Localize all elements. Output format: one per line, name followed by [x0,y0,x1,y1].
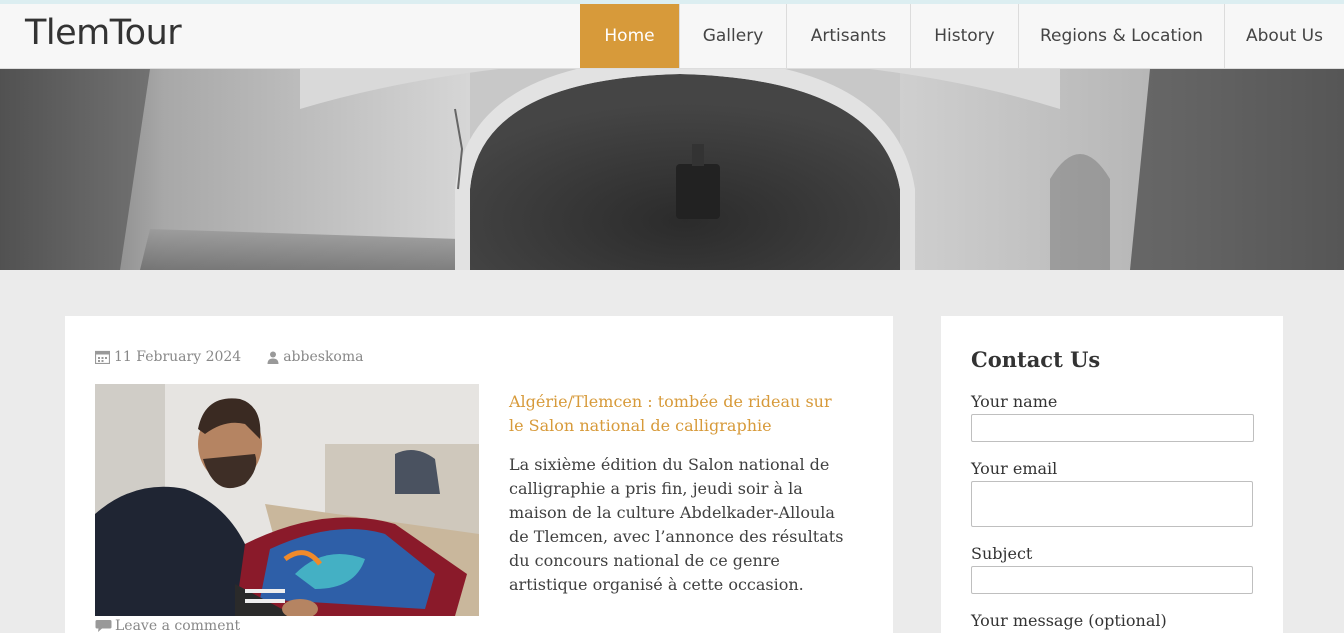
contact-widget: Contact Us Your name Your email Subject … [941,316,1283,633]
post-excerpt: La sixième édition du Salon national de … [509,455,844,594]
user-icon [267,351,279,364]
page: TlemTour Home Gallery Artisants History … [0,0,1344,633]
site-logo[interactable]: TlemTour [25,13,182,53]
post-card: 11 February 2024 abbeskoma Algérie/Tlemc… [65,316,893,633]
message-label: Your message (optional) [971,611,1167,630]
nav-regions-location[interactable]: Regions & Location [1018,4,1224,68]
hero-banner-image [0,69,1344,270]
name-label: Your name [971,392,1058,411]
nav-about-us[interactable]: About Us [1224,4,1344,68]
leave-comment-link[interactable]: Leave a comment [95,618,240,633]
post-author[interactable]: abbeskoma [267,349,363,365]
main-nav: Home Gallery Artisants History Regions &… [580,4,1344,68]
post-date-text: 11 February 2024 [114,349,242,365]
name-input[interactable] [971,414,1254,442]
site-header: TlemTour Home Gallery Artisants History … [0,0,1344,69]
calendar-icon [95,350,110,364]
post-author-text: abbeskoma [283,349,364,365]
post-title-link[interactable]: Algérie/Tlemcen : tombée de rideau sur l… [509,390,839,438]
subject-label: Subject [971,544,1033,563]
leave-comment-text: Leave a comment [115,618,241,633]
nav-gallery[interactable]: Gallery [679,4,786,68]
nav-home[interactable]: Home [580,4,679,68]
subject-input[interactable] [971,566,1253,594]
nav-artisants[interactable]: Artisants [786,4,910,68]
post-thumbnail-image[interactable] [95,384,479,616]
email-input[interactable] [971,481,1253,527]
email-label: Your email [971,459,1058,478]
contact-title: Contact Us [971,347,1101,372]
post-date[interactable]: 11 February 2024 [95,349,241,365]
nav-history[interactable]: History [910,4,1018,68]
comment-icon [95,620,112,632]
post-meta: 11 February 2024 abbeskoma [95,349,363,365]
